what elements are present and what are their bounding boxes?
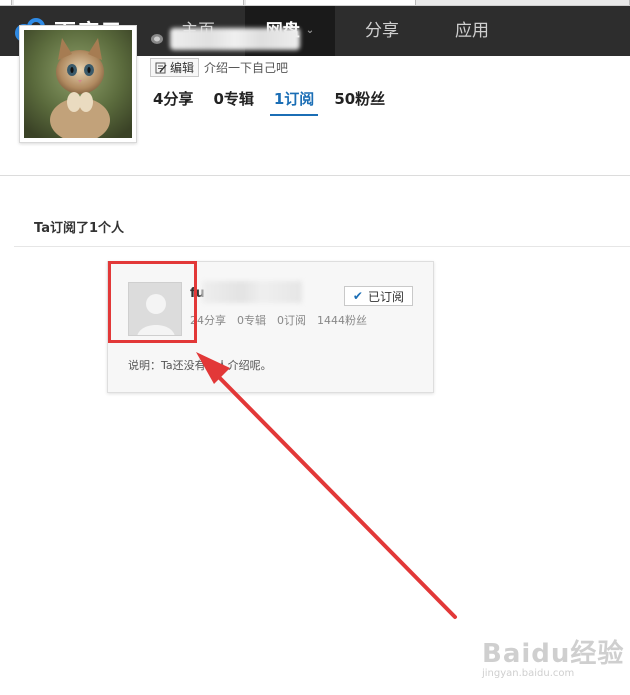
divider <box>14 246 630 247</box>
card-stat-fans: 1444粉丝 <box>317 314 367 327</box>
username-redacted <box>170 28 300 50</box>
nav-share[interactable]: 分享 <box>347 6 417 56</box>
edit-profile-button[interactable]: 编辑 <box>150 58 200 77</box>
username-row <box>150 26 300 52</box>
section-title: Ta订阅了1个人 <box>34 221 125 236</box>
watermark-main: Baidu经验 <box>482 639 625 669</box>
stat-subscriptions[interactable]: 1订阅 <box>269 86 319 116</box>
profile-avatar[interactable] <box>19 25 137 143</box>
edit-label: 编辑 <box>170 61 195 75</box>
edit-icon <box>155 62 167 73</box>
self-intro-text: 介绍一下自己吧 <box>204 61 289 75</box>
card-description: 说明：Ta还没有个人介绍呢。 <box>128 359 272 372</box>
card-stat-albums: 0专辑 <box>237 314 266 327</box>
check-icon: ✔ <box>352 289 363 303</box>
card-username-redacted <box>202 281 302 303</box>
stat-fans[interactable]: 50粉丝 <box>334 86 385 116</box>
annotation-highlight-box <box>108 261 197 343</box>
card-stat-subs: 0订阅 <box>277 314 306 327</box>
chevron-down-icon: ⌄ <box>305 25 315 36</box>
level-badge-icon <box>151 34 163 44</box>
stat-shares[interactable]: 4分享 <box>153 86 193 116</box>
subscribed-button[interactable]: ✔ 已订阅 <box>343 286 413 306</box>
baidu-jingyan-watermark: Baidu经验 jingyan.baidu.com <box>482 633 624 679</box>
kitten-avatar-image <box>24 30 132 138</box>
stat-albums[interactable]: 0专辑 <box>213 86 253 116</box>
edit-intro-row: 编辑 介绍一下自己吧 <box>150 58 288 77</box>
subscribed-label: 已订阅 <box>367 289 404 304</box>
nav-apps[interactable]: 应用 <box>437 6 507 56</box>
profile-stats: 4分享 0专辑 1订阅 50粉丝 <box>153 86 405 116</box>
card-stats: 24分享 0专辑 0订阅 1444粉丝 <box>190 312 378 328</box>
